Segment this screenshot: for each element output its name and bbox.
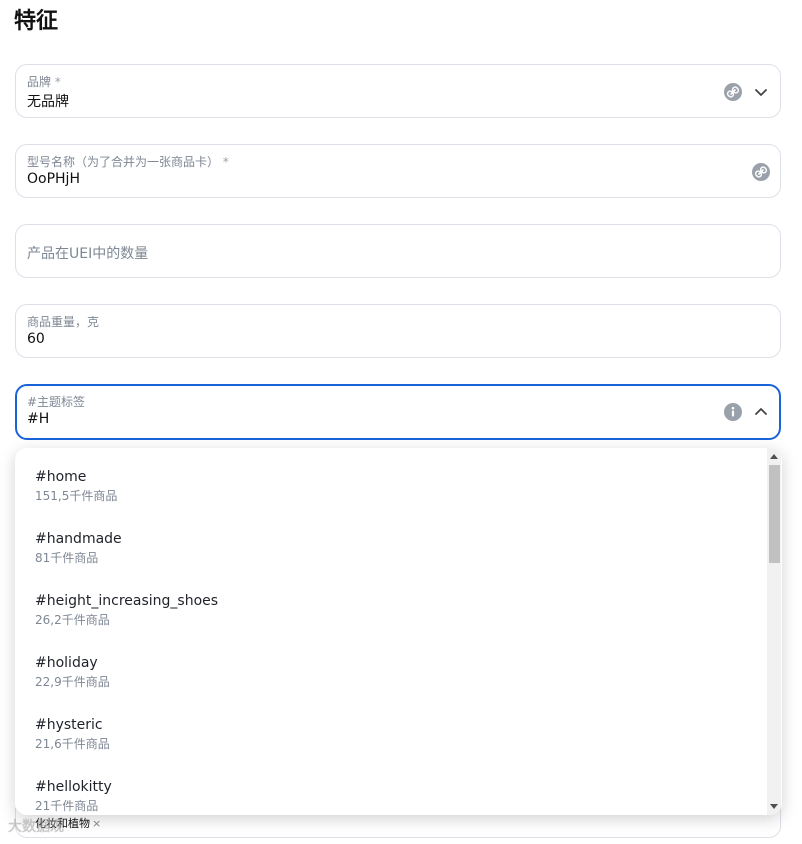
section-title: 特征 (14, 9, 59, 34)
dropdown-scrollbar[interactable] (767, 448, 781, 815)
brand-value: 无品牌 (27, 94, 69, 110)
chevron-down-icon[interactable] (753, 84, 769, 100)
hashtags-label: #主题标签 (27, 395, 86, 409)
suggestion-item[interactable]: #handmade 81千件商品 (35, 531, 122, 566)
hashtag-suggestions-dropdown: #home 151,5千件商品 #handmade 81千件商品 #height… (15, 448, 782, 815)
watermark: 大数据观 (8, 819, 64, 835)
brand-field[interactable]: 品牌 * 无品牌 (15, 64, 781, 118)
model-name-field[interactable]: 型号名称（为了合并为一张商品卡） * OoPHjH (15, 144, 781, 198)
suggestion-item[interactable]: #home 151,5千件商品 (35, 469, 117, 504)
info-icon[interactable] (724, 403, 742, 421)
suggestion-item[interactable]: #holiday 22,9千件商品 (35, 655, 110, 690)
weight-field[interactable]: 商品重量，克 60 (15, 304, 781, 358)
suggestion-item[interactable]: #hysteric 21,6千件商品 (35, 717, 110, 752)
scroll-up-arrow-icon[interactable] (770, 454, 778, 459)
scroll-down-arrow-icon[interactable] (770, 804, 778, 809)
uei-quantity-placeholder: 产品在UEI中的数量 (27, 246, 149, 262)
suggestion-item[interactable]: #height_increasing_shoes 26,2千件商品 (35, 593, 218, 628)
chevron-up-icon[interactable] (753, 404, 769, 420)
uei-quantity-field[interactable]: 产品在UEI中的数量 (15, 224, 781, 278)
link-icon[interactable] (724, 83, 742, 101)
model-name-label: 型号名称（为了合并为一张商品卡） * (27, 155, 229, 169)
brand-label: 品牌 * (27, 75, 61, 89)
link-icon[interactable] (752, 163, 770, 181)
weight-label: 商品重量，克 (27, 315, 100, 329)
weight-value: 60 (27, 331, 45, 347)
scroll-thumb[interactable] (769, 465, 780, 563)
chip-remove-icon[interactable]: × (92, 817, 101, 830)
model-name-value: OoPHjH (27, 171, 80, 187)
hashtags-field[interactable]: #主题标签 #H (15, 384, 781, 440)
suggestion-item[interactable]: #hellokitty 21千件商品 (35, 779, 112, 814)
hashtags-input[interactable]: #H (27, 411, 49, 427)
